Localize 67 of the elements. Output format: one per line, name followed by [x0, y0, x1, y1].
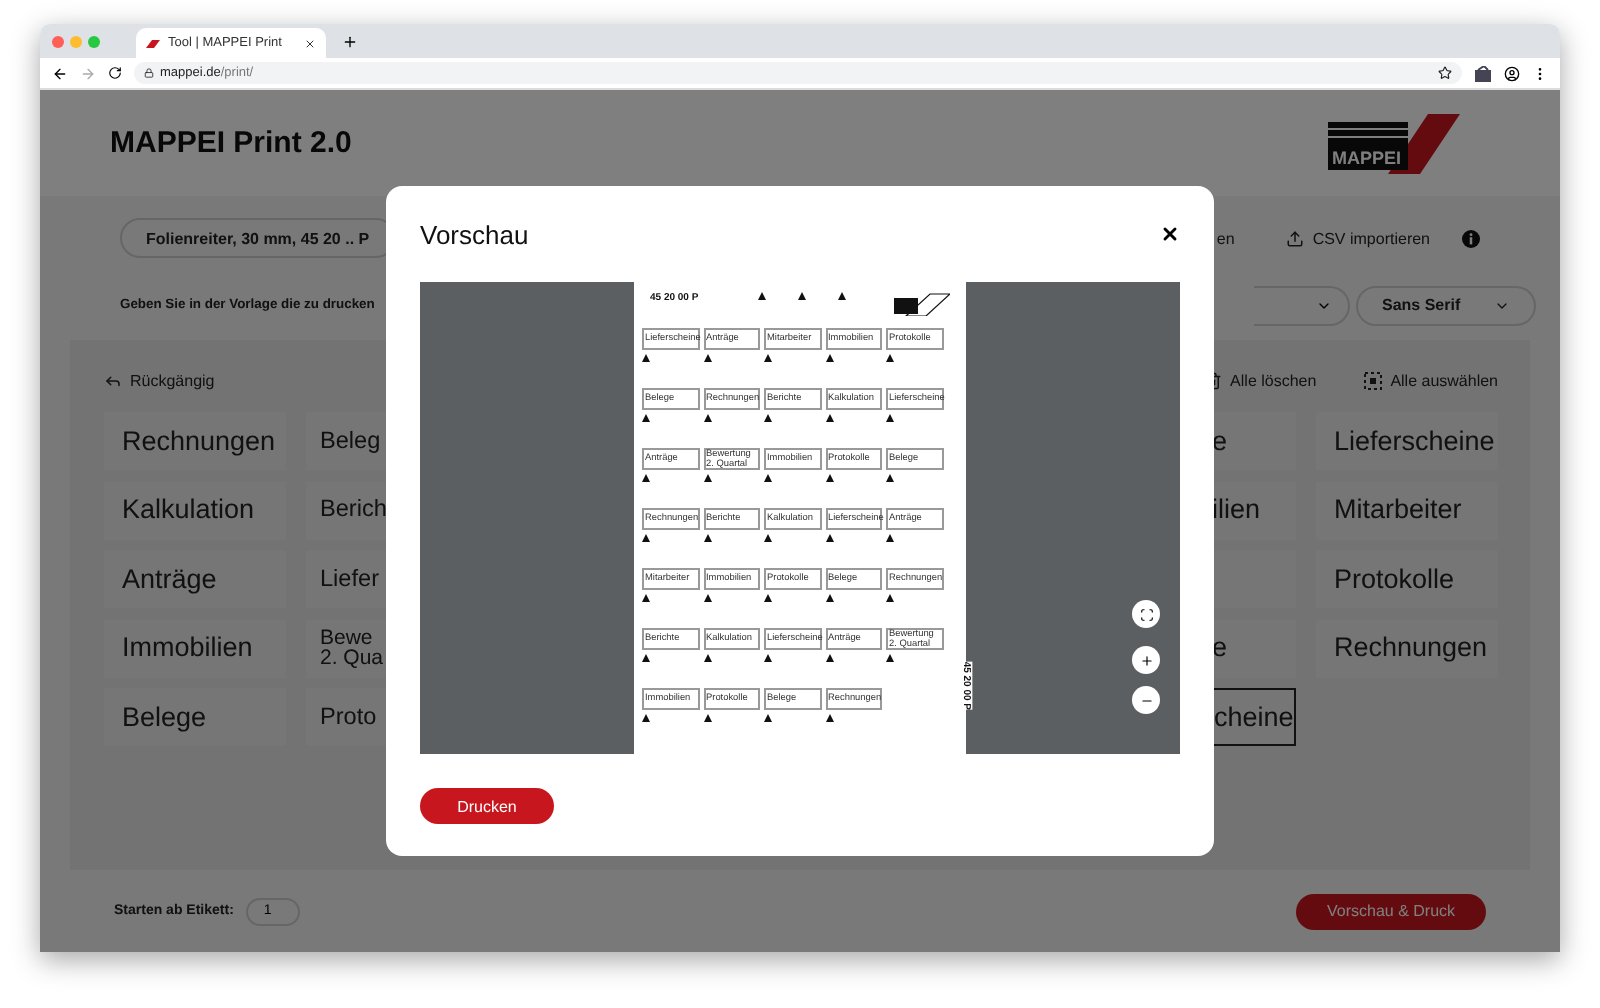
- upload-icon: [1286, 229, 1305, 247]
- triangle-icon: [703, 654, 711, 662]
- triangle-icon: [642, 714, 650, 722]
- close-icon[interactable]: [1160, 224, 1180, 244]
- new-tab-icon[interactable]: [342, 33, 358, 50]
- triangle-icon: [825, 654, 833, 662]
- triangle-icon: [886, 594, 894, 602]
- plus-icon: [1139, 653, 1153, 667]
- favicon-icon: [146, 39, 160, 48]
- triangle-icon: [642, 594, 650, 602]
- triangle-icon: [838, 292, 847, 300]
- close-tab-icon[interactable]: [304, 37, 316, 50]
- triangle-icon: [825, 594, 833, 602]
- font-select[interactable]: Sans Serif: [1356, 285, 1536, 325]
- app-title: MAPPEI Print 2.0: [110, 126, 352, 160]
- fullscreen-button[interactable]: [1132, 600, 1160, 628]
- extension-icon[interactable]: [1474, 65, 1492, 82]
- logo: MAPPEI: [1328, 113, 1460, 173]
- triangle-icon: [764, 414, 772, 422]
- lock-icon: [144, 68, 154, 79]
- bookmark-star-icon[interactable]: [1438, 66, 1452, 81]
- triangle-icon: [886, 654, 894, 662]
- triangle-icon: [886, 414, 894, 422]
- triangle-icon: [642, 354, 650, 362]
- csv-import-button[interactable]: CSV importieren: [1286, 229, 1430, 247]
- triangle-icon: [703, 474, 711, 482]
- triangle-icon: [825, 474, 833, 482]
- zoom-in-button[interactable]: [1132, 646, 1160, 674]
- triangle-icon: [642, 534, 650, 542]
- triangle-icon: [764, 654, 772, 662]
- triangle-icon: [886, 534, 894, 542]
- triangle-icon: [886, 474, 894, 482]
- fullscreen-icon: [1139, 607, 1153, 621]
- select-all-button[interactable]: Alle auswählen: [1364, 371, 1498, 389]
- action-link[interactable]: en: [1216, 229, 1235, 247]
- triangle-icon: [764, 714, 772, 722]
- triangle-icon: [703, 354, 711, 362]
- triangle-icon: [764, 474, 772, 482]
- triangle-icon: [703, 534, 711, 542]
- triangle-icon: [825, 714, 833, 722]
- undo-icon: [104, 371, 122, 389]
- triangle-icon: [825, 534, 833, 542]
- triangle-icon: [703, 594, 711, 602]
- undo-button[interactable]: Rückgängig: [104, 371, 215, 389]
- triangle-icon: [825, 414, 833, 422]
- triangle-icon: [764, 354, 772, 362]
- triangle-icon: [798, 292, 807, 300]
- select-all-icon: [1364, 371, 1383, 389]
- triangle-icon: [703, 414, 711, 422]
- triangle-icon: [642, 474, 650, 482]
- dialog-title: Vorschau: [420, 219, 529, 249]
- sheet-logo-drawing: [894, 292, 950, 316]
- triangle-icon: [642, 654, 650, 662]
- triangle-icon: [825, 354, 833, 362]
- preview-print-button[interactable]: Vorschau & Druck: [1296, 893, 1486, 929]
- triangle-icon: [764, 594, 772, 602]
- zoom-out-button[interactable]: [1132, 686, 1160, 714]
- triangle-icon: [758, 292, 767, 300]
- triangle-icon: [703, 714, 711, 722]
- print-button[interactable]: Drucken: [420, 788, 554, 824]
- triangle-icon: [764, 534, 772, 542]
- triangle-icon: [886, 354, 894, 362]
- reload-icon[interactable]: [108, 66, 122, 81]
- info-icon[interactable]: [1462, 229, 1480, 247]
- back-icon[interactable]: [52, 65, 68, 82]
- profile-icon[interactable]: [1504, 65, 1520, 82]
- triangle-icon: [642, 414, 650, 422]
